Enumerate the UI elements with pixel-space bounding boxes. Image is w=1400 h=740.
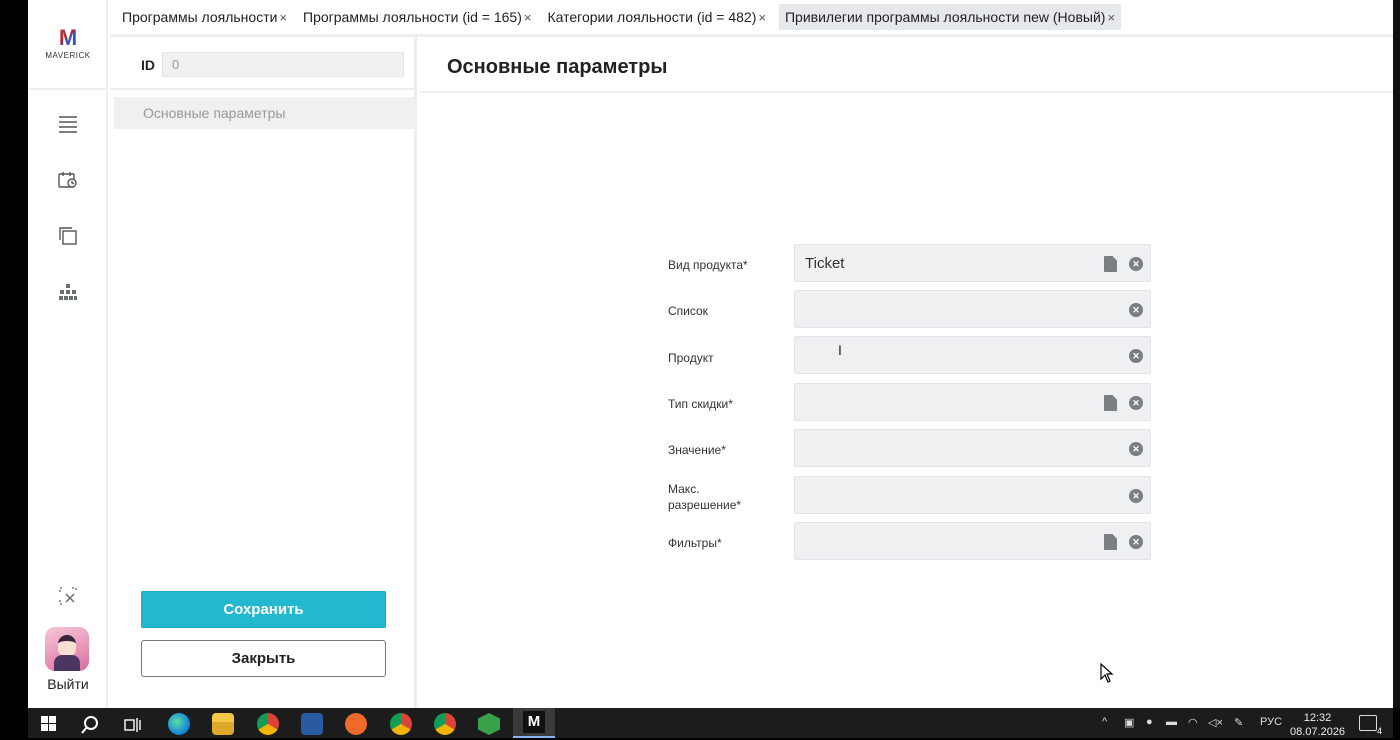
max-permission-label: Макс. разрешение* [668, 482, 742, 512]
document-icon[interactable] [1104, 395, 1117, 411]
tab-label: Программы лояльности (id = 165) [303, 9, 522, 25]
notifications-icon[interactable]: 4 [1359, 715, 1382, 736]
tab-loyalty-programs[interactable]: Программы лояльности × [119, 4, 290, 30]
window-edge [1393, 0, 1400, 708]
app-blue-icon[interactable] [301, 713, 323, 735]
microphone-icon[interactable]: ● [1146, 716, 1153, 728]
discount-type-field[interactable]: ✕ [794, 383, 1151, 421]
max-permission-field[interactable]: ✕ [794, 476, 1151, 514]
volume-muted-icon[interactable]: ◁× [1208, 716, 1223, 729]
search-icon[interactable] [80, 715, 100, 740]
tab-label: Привилегии программы лояльности new (Нов… [784, 9, 1106, 25]
close-icon[interactable]: × [758, 10, 766, 25]
close-icon[interactable]: × [524, 10, 532, 25]
clear-icon[interactable]: ✕ [1129, 349, 1143, 363]
logout-link[interactable]: Выйти [28, 676, 108, 692]
left-rail: M MAVERICK Выйти [28, 0, 108, 708]
menu-icon[interactable] [56, 112, 80, 136]
logo[interactable]: M MAVERICK [28, 0, 108, 90]
tab-loyalty-program-165[interactable]: Программы лояльности (id = 165) × [300, 4, 534, 30]
clear-icon[interactable]: ✕ [1129, 489, 1143, 503]
chevron-up-icon[interactable]: ^ [1102, 716, 1107, 728]
edge-browser-icon[interactable] [168, 713, 190, 735]
avatar-face [58, 635, 76, 657]
avatar[interactable] [45, 627, 89, 671]
chrome-icon[interactable] [257, 713, 279, 735]
tab-loyalty-category-482[interactable]: Категории лояльности (id = 482) × [544, 4, 769, 30]
main-header: Основные параметры [420, 37, 1393, 93]
windows-start-icon[interactable] [41, 716, 57, 732]
app-green-cube-icon[interactable] [478, 713, 500, 735]
wifi-icon[interactable]: ◠ [1188, 716, 1198, 729]
close-icon[interactable]: × [279, 10, 287, 25]
filters-field[interactable]: ✕ [794, 522, 1151, 560]
task-view-icon[interactable] [124, 717, 142, 738]
hierarchy-icon[interactable] [56, 280, 80, 304]
clock-time: 12:32 [1303, 712, 1332, 724]
document-icon[interactable] [1104, 256, 1117, 272]
close-icon[interactable]: × [1107, 10, 1115, 25]
clear-icon[interactable]: ✕ [1129, 303, 1143, 317]
chrome-icon[interactable] [434, 713, 456, 735]
language-indicator[interactable]: РУС [1260, 716, 1282, 728]
app-orange-icon[interactable] [345, 713, 367, 735]
logo-text: MAVERICK [45, 51, 91, 60]
product-label: Продукт [668, 351, 714, 365]
product-field[interactable]: ✕ [794, 336, 1151, 374]
tab-label: Программы лояльности [122, 9, 278, 25]
clear-icon[interactable]: ✕ [1129, 442, 1143, 456]
product-type-label: Вид продукта* [668, 258, 748, 272]
calendar-clock-icon[interactable] [56, 168, 80, 192]
pen-icon[interactable]: ✎ [1234, 716, 1243, 729]
collapse-icon[interactable] [56, 584, 80, 608]
main-content: Основные параметры Вид продукта* Ticket … [420, 37, 1393, 708]
avatar-body [54, 655, 80, 671]
file-explorer-icon[interactable] [212, 713, 234, 735]
save-button[interactable]: Сохранить [141, 591, 386, 628]
tab-privileges-new[interactable]: Привилегии программы лояльности new (Нов… [778, 4, 1122, 30]
close-button[interactable]: Закрыть [141, 640, 386, 677]
chrome-profile-icon[interactable] [390, 713, 412, 735]
page-title: Основные параметры [447, 56, 668, 78]
id-row: ID 0 [110, 37, 417, 90]
list-label: Список [668, 304, 708, 318]
clear-icon[interactable]: ✕ [1129, 396, 1143, 410]
tab-label: Категории лояльности (id = 482) [547, 9, 757, 25]
record-sidebar: ID 0 Основные параметры Сохранить Закрыт… [110, 37, 417, 708]
battery-icon[interactable]: ▬ [1166, 716, 1177, 728]
clock[interactable]: 12:32 08.07.2026 [1290, 711, 1345, 739]
logo-mark: M [58, 25, 78, 50]
clear-icon[interactable]: ✕ [1129, 257, 1143, 271]
value-label: Значение* [668, 443, 726, 457]
meet-icon[interactable]: ▣ [1124, 716, 1134, 729]
clock-date: 08.07.2026 [1290, 726, 1346, 738]
product-type-value: Ticket [805, 255, 845, 272]
notification-count: 4 [1376, 726, 1382, 736]
document-icon[interactable] [1104, 534, 1117, 550]
maverick-taskbar-icon[interactable]: M [513, 708, 555, 738]
list-field[interactable]: ✕ [794, 290, 1151, 328]
app-window: M MAVERICK Выйти Программы лояльности × [28, 0, 1393, 708]
tab-bar: Программы лояльности × Программы лояльно… [110, 0, 1393, 37]
product-type-field[interactable]: Ticket ✕ [794, 244, 1151, 282]
copy-icon[interactable] [56, 224, 80, 248]
nav-item-main-params[interactable]: Основные параметры [114, 97, 415, 129]
filters-label: Фильтры* [668, 536, 722, 550]
discount-type-label: Тип скидки* [668, 397, 733, 411]
clear-icon[interactable]: ✕ [1129, 535, 1143, 549]
taskbar: M ^ ▣ ● ▬ ◠ ◁× ✎ РУС 12:32 08.07.2026 4 [28, 708, 1393, 738]
id-label: ID [141, 57, 155, 73]
value-field[interactable]: ✕ [794, 429, 1151, 467]
id-field: 0 [162, 52, 404, 77]
text-cursor-icon: I [838, 342, 842, 358]
